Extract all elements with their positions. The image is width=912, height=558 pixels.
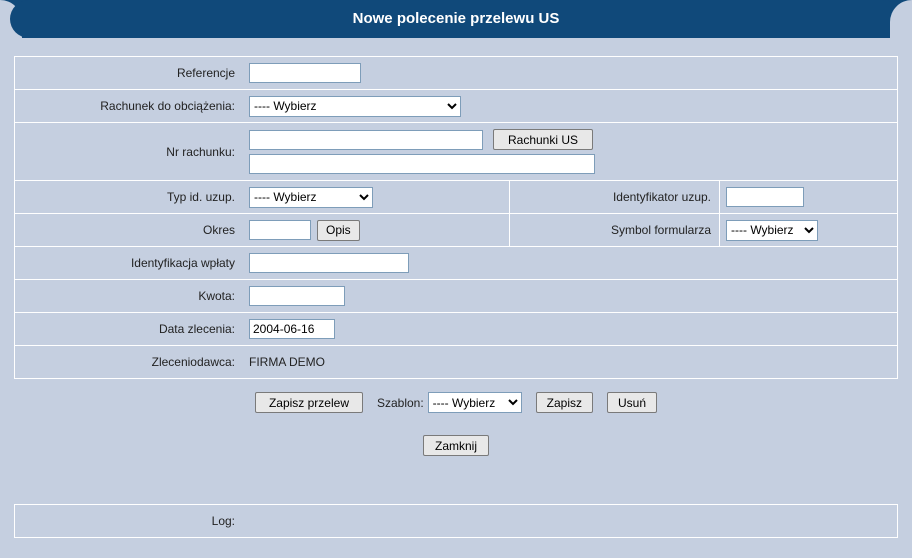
data-zlecenia-input[interactable]	[249, 319, 335, 339]
rachunki-us-button[interactable]: Rachunki US	[493, 129, 593, 150]
rachunek-obciazenia-select[interactable]: ---- Wybierz	[249, 96, 461, 117]
okres-input[interactable]	[249, 220, 311, 240]
referencje-input[interactable]	[249, 63, 361, 83]
nr-rachunku-input-2[interactable]	[249, 154, 595, 174]
label-nr-rachunku: Nr rachunku:	[15, 123, 243, 180]
typ-id-uzup-select[interactable]: ---- Wybierz	[249, 187, 373, 208]
page-header: Nowe polecenie przelewu US	[0, 0, 912, 38]
row-zleceniodawca: Zleceniodawca: FIRMA DEMO	[14, 345, 898, 379]
szablon-select[interactable]: ---- Wybierz	[428, 392, 522, 413]
label-symbol-formularza: Symbol formularza	[509, 214, 719, 246]
usun-button[interactable]: Usuń	[607, 392, 657, 413]
zapisz-button[interactable]: Zapisz	[536, 392, 593, 413]
identyfikator-uzup-input[interactable]	[726, 187, 804, 207]
action-row: Zapisz przelew Szablon: ---- Wybierz Zap…	[14, 378, 898, 419]
label-kwota: Kwota:	[15, 280, 243, 312]
symbol-formularza-select[interactable]: ---- Wybierz	[726, 220, 818, 241]
row-typ-id-uzup: Typ id. uzup. ---- Wybierz Identyfikator…	[14, 180, 898, 214]
label-typ-id-uzup: Typ id. uzup.	[15, 181, 243, 213]
form-area: Referencje Rachunek do obciążenia: ---- …	[0, 38, 912, 538]
row-identyfikacja-wplaty: Identyfikacja wpłaty	[14, 246, 898, 280]
label-data-zlecenia: Data zlecenia:	[15, 313, 243, 345]
row-data-zlecenia: Data zlecenia:	[14, 312, 898, 346]
label-identyfikator-uzup: Identyfikator uzup.	[509, 181, 719, 213]
zamknij-button[interactable]: Zamknij	[423, 435, 489, 456]
label-rachunek-obciazenia: Rachunek do obciążenia:	[15, 90, 243, 122]
label-zleceniodawca: Zleceniodawca:	[15, 346, 243, 378]
row-rachunek-obciazenia: Rachunek do obciążenia: ---- Wybierz	[14, 89, 898, 123]
label-identyfikacja-wplaty: Identyfikacja wpłaty	[15, 247, 243, 279]
zapisz-przelew-button[interactable]: Zapisz przelew	[255, 392, 363, 413]
label-log: Log:	[15, 505, 243, 537]
row-nr-rachunku: Nr rachunku: Rachunki US	[14, 122, 898, 181]
row-log: Log:	[14, 504, 898, 538]
row-referencje: Referencje	[14, 56, 898, 90]
label-okres: Okres	[15, 214, 243, 246]
label-referencje: Referencje	[15, 57, 243, 89]
identyfikacja-wplaty-input[interactable]	[249, 253, 409, 273]
zleceniodawca-value: FIRMA DEMO	[249, 355, 325, 369]
nr-rachunku-input-1[interactable]	[249, 130, 483, 150]
close-row: Zamknij	[14, 419, 898, 476]
label-szablon: Szablon:	[377, 396, 424, 410]
row-kwota: Kwota:	[14, 279, 898, 313]
opis-button[interactable]: Opis	[317, 220, 360, 241]
row-okres: Okres Opis Symbol formularza ---- Wybier…	[14, 213, 898, 247]
kwota-input[interactable]	[249, 286, 345, 306]
page-title: Nowe polecenie przelewu US	[10, 0, 902, 38]
